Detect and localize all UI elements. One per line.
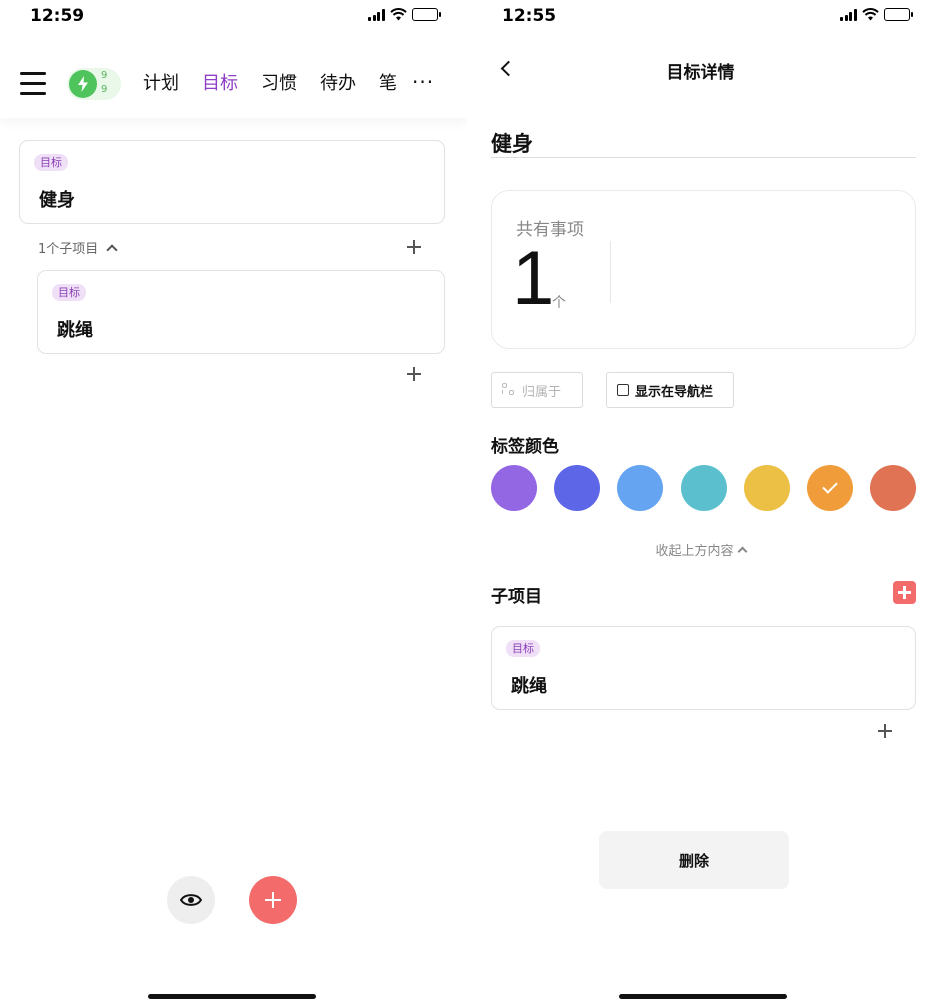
goal-name-underline [491,157,916,158]
eye-icon [180,894,202,906]
signal-icon [840,8,857,21]
status-icons [840,8,913,21]
lightning-icon [69,70,97,98]
wifi-icon [389,8,407,21]
energy-badge[interactable]: 9 9 [67,68,121,100]
stats-count: 1 [512,236,555,321]
color-swatch-7[interactable] [870,465,916,511]
checkmark-icon [822,478,838,494]
chevron-up-icon [737,546,747,557]
goal-list-screen: 12:59 9 9 计划 目标 习惯 待办 笔 ··· 目标 健身 1个子项目 [0,0,467,1004]
color-swatch-6[interactable] [807,465,853,511]
color-swatch-2[interactable] [554,465,600,511]
stats-divider [610,241,611,303]
add-child-subitem-icon[interactable] [407,367,421,381]
toggle-visibility-button[interactable] [167,876,215,924]
energy-top-count: 9 [101,70,108,81]
home-indicator[interactable] [148,994,316,999]
add-subitem-icon[interactable] [407,240,421,254]
show-in-nav-toggle[interactable]: 显示在导航栏 [606,372,734,408]
status-time: 12:59 [30,6,85,26]
color-swatches [491,465,916,511]
color-swatch-3[interactable] [617,465,663,511]
home-indicator[interactable] [619,994,787,999]
delete-button[interactable]: 删除 [599,831,789,889]
color-swatch-5[interactable] [744,465,790,511]
goal-card[interactable]: 目标 健身 [19,140,445,224]
child-goal-tag: 目标 [52,284,86,301]
color-swatch-4[interactable] [681,465,727,511]
subitems-toggle[interactable]: 1个子项目 [38,238,118,257]
more-icon[interactable]: ··· [412,70,434,94]
tab-todo[interactable]: 待办 [320,72,356,96]
tab-habits[interactable]: 习惯 [261,72,297,96]
child-goal-tag: 目标 [506,640,540,657]
tab-notes[interactable]: 笔 [379,72,397,96]
status-icons [368,8,441,21]
goal-title: 健身 [39,190,75,211]
energy-bottom-count: 9 [101,84,108,95]
belong-to-label: 归属于 [522,384,562,400]
add-subitem-button[interactable] [893,581,916,604]
page-title: 目标详情 [666,63,735,83]
status-bar: 12:55 [467,0,934,36]
chevron-up-icon [106,243,118,256]
top-navigation: 9 9 计划 目标 习惯 待办 笔 ··· [0,50,467,118]
wifi-icon [861,8,879,21]
goal-name-field[interactable]: 健身 [491,128,533,158]
belong-to-button[interactable]: 归属于 [491,372,583,408]
category-tabs: 计划 目标 习惯 待办 笔 [143,72,397,96]
battery-icon [411,8,441,21]
collapse-toggle[interactable]: 收起上方内容 [467,540,934,559]
show-in-nav-label: 显示在导航栏 [635,384,714,400]
status-time: 12:55 [502,6,557,26]
goal-tag: 目标 [34,154,68,171]
hierarchy-icon [502,383,516,397]
subitems-title: 子项目 [491,587,542,607]
stats-card: 共有事项 1 个 [491,190,916,349]
color-swatch-1[interactable] [491,465,537,511]
child-goal-title: 跳绳 [57,320,93,341]
stats-unit: 个 [552,295,566,311]
menu-icon[interactable] [20,72,46,95]
add-child-subitem-icon[interactable] [878,724,892,738]
battery-icon [883,8,913,21]
child-goal-card[interactable]: 目标 跳绳 [37,270,445,354]
child-goal-title: 跳绳 [511,676,547,697]
add-goal-button[interactable] [249,876,297,924]
status-bar: 12:59 [0,0,467,36]
tab-goals[interactable]: 目标 [202,72,238,96]
checkbox-icon [617,384,629,396]
tab-plan[interactable]: 计划 [143,72,179,96]
subitems-count-label: 1个子项目 [38,242,99,257]
tag-color-label: 标签颜色 [491,437,559,457]
signal-icon [368,8,385,21]
goal-detail-screen: 12:55 目标详情 健身 共有事项 1 个 归属于 显示在导航栏 标签颜色 收… [467,0,934,1004]
child-goal-card[interactable]: 目标 跳绳 [491,626,916,710]
collapse-label: 收起上方内容 [655,544,734,559]
plus-icon [265,892,281,908]
